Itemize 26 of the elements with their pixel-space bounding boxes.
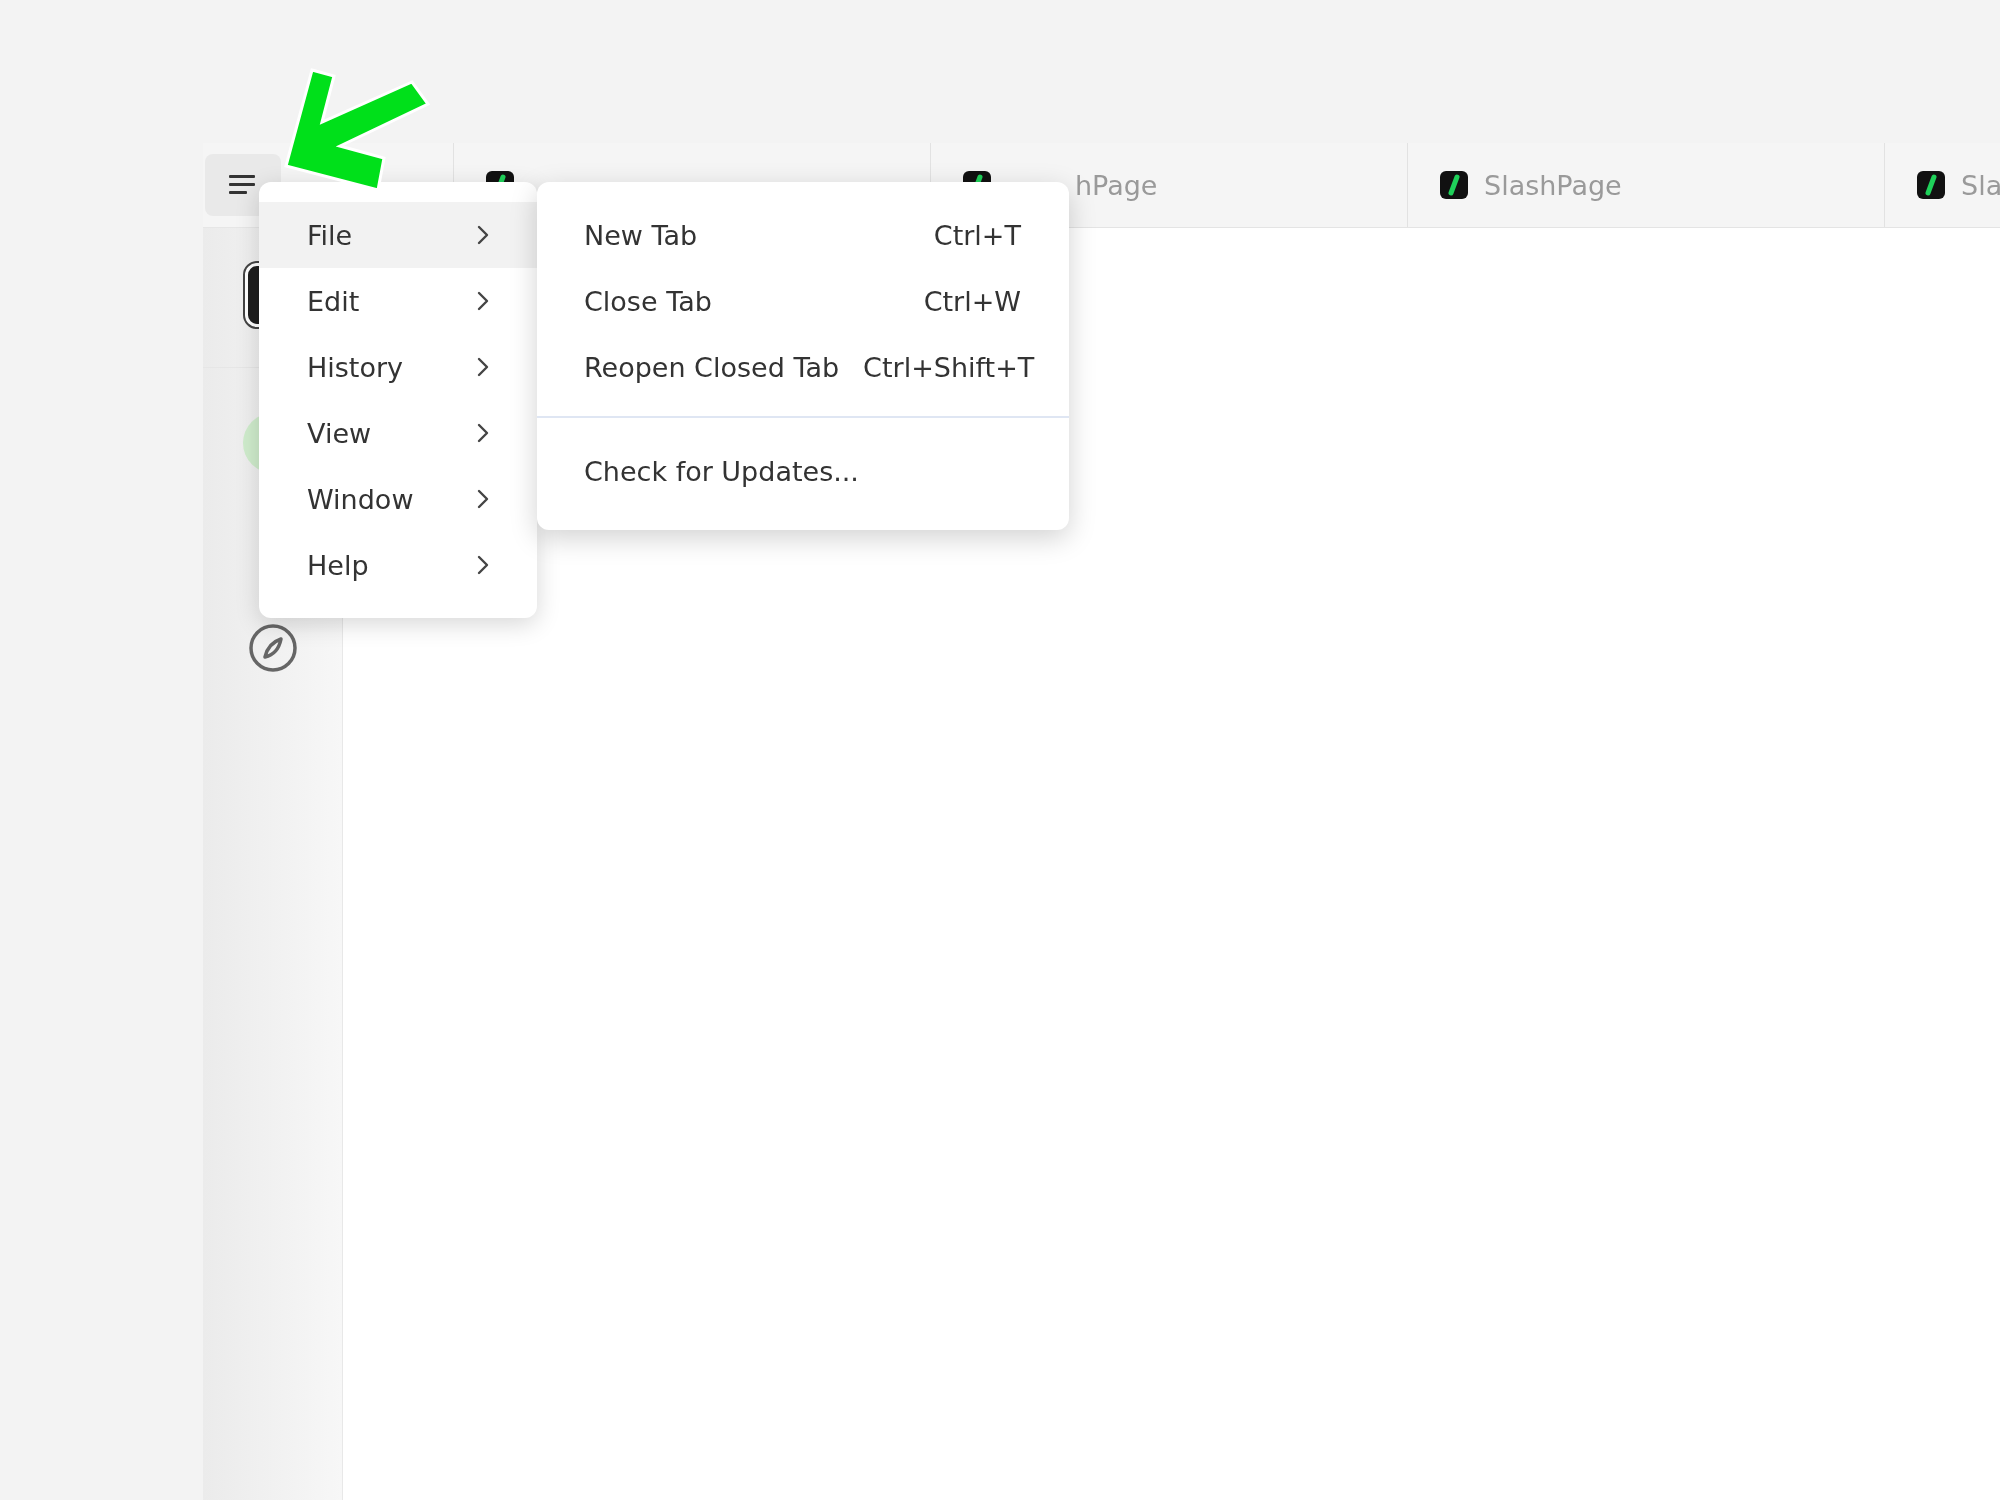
shortcut-label: Ctrl+Shift+T — [863, 351, 1035, 383]
submenu-item[interactable]: New Tab Ctrl+T — [537, 202, 1069, 268]
menu-item[interactable]: History — [259, 334, 537, 400]
chevron-right-icon — [477, 357, 489, 377]
compass-icon[interactable] — [247, 623, 298, 673]
menu-item[interactable]: File — [259, 202, 537, 268]
submenu-item[interactable]: Check for Updates... — [537, 438, 1069, 504]
tab-label: Sla — [1961, 169, 2000, 201]
chevron-right-icon — [477, 555, 489, 575]
tab-label: hPage — [1075, 169, 1158, 201]
chevron-right-icon — [477, 489, 489, 509]
slash-logo-icon — [1440, 171, 1468, 199]
tab-label: SlashPage — [1484, 169, 1622, 201]
shortcut-label: Ctrl+T — [933, 219, 1021, 251]
chevron-right-icon — [477, 423, 489, 443]
slash-logo-icon — [1917, 171, 1945, 199]
submenu-item[interactable]: Close Tab Ctrl+W — [537, 268, 1069, 334]
menu-item[interactable]: View — [259, 400, 537, 466]
menu-item[interactable]: Help — [259, 532, 537, 598]
menu-item[interactable]: Edit — [259, 268, 537, 334]
chevron-right-icon — [477, 291, 489, 311]
shortcut-label: Ctrl+W — [923, 285, 1021, 317]
submenu-item[interactable]: Reopen Closed Tab Ctrl+Shift+T — [537, 334, 1069, 400]
menu-icon — [229, 174, 257, 196]
chevron-right-icon — [477, 225, 489, 245]
menu-item[interactable]: Window — [259, 466, 537, 532]
